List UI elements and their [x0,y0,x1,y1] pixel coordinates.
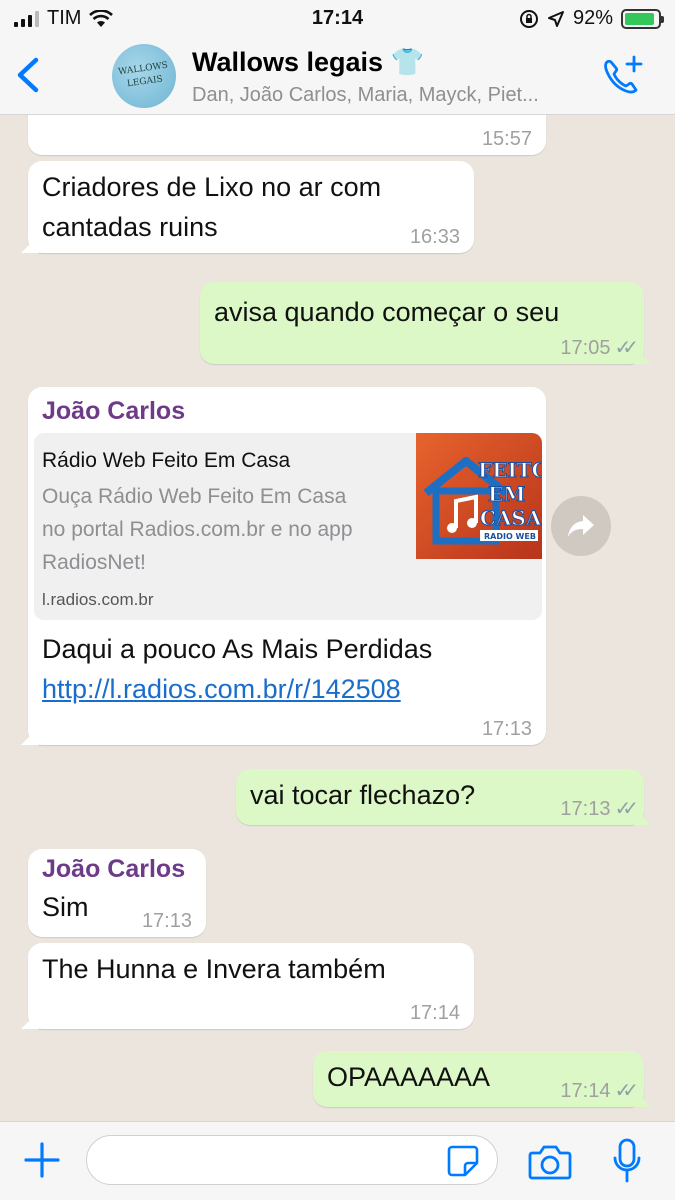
message-bubble[interactable]: The Hunna e Invera também 17:14 [28,943,474,1029]
avatar-text: WALLOWS LEGAIS [117,61,169,90]
thumb-text-4: RADIO WEB [484,532,536,541]
message-bubble[interactable]: 15:57 [28,115,546,155]
battery-icon [621,8,664,29]
thumb-text-2: EM [488,482,525,506]
location-icon [547,10,564,27]
link-preview-card[interactable]: Rádio Web Feito Em Casa Ouça Rádio Web F… [34,433,542,620]
battery-fill [625,12,655,25]
message-time: 15:57 [481,128,532,150]
message-input-bar [0,1121,675,1200]
sticker-icon[interactable] [446,1144,480,1178]
message-text: avisa quando começar o seu [214,297,560,327]
read-checkmarks-icon: ✓✓ [614,798,638,820]
back-chevron-icon[interactable] [8,52,48,98]
message-body: Daqui a pouco As Mais Perdidas http://l.… [42,629,432,709]
preview-thumbnail: FEITO EM CASA RADIO WEB [416,433,542,559]
message-time: 17:05 [560,337,611,359]
read-checkmarks-icon: ✓✓ [614,1080,638,1102]
radio-logo-icon: FEITO EM CASA RADIO WEB [423,457,542,545]
preview-desc-line: RadiosNet! [42,551,146,574]
group-avatar[interactable]: WALLOWS LEGAIS [112,44,176,108]
message-time: 17:13 [481,718,532,740]
sender-name: João Carlos [42,397,186,425]
chat-participants[interactable]: Dan, João Carlos, Maria, Mayck, Piet... [192,84,587,107]
forward-arrow-icon [568,515,594,537]
status-right: 92% [519,7,664,30]
message-time-group: 17:05 ✓✓ [560,337,638,359]
read-checkmarks-icon: ✓✓ [614,337,638,359]
preview-domain: l.radios.com.br [42,590,154,609]
forward-button[interactable] [551,496,611,556]
preview-title: Rádio Web Feito Em Casa [42,449,291,472]
battery-percent: 92% [572,7,613,29]
message-time-group: 17:14 ✓✓ [560,1080,638,1102]
thumb-text-1: FEITO [478,458,542,482]
camera-icon[interactable] [528,1144,572,1180]
preview-description: Ouça Rádio Web Feito Em Casa no portal R… [42,480,402,579]
message-time: 17:14 [560,1080,611,1102]
add-call-icon[interactable] [599,54,645,100]
thumb-text-3: CASA [480,506,542,530]
chat-title[interactable]: Wallows legais 👕 [192,46,424,78]
message-text: cantadas ruins [42,212,218,242]
message-time: 16:33 [409,226,460,248]
plus-icon[interactable] [22,1140,62,1180]
message-bubble[interactable]: João Carlos Sim 17:13 [28,849,206,937]
message-text: Criadores de Lixo no ar com [42,172,382,202]
chat-area[interactable]: 15:57 Criadores de Lixo no ar com cantad… [0,115,675,1121]
message-text: Daqui a pouco As Mais Perdidas [42,634,433,664]
status-bar: TIM 17:14 92% [0,0,675,38]
message-text: The Hunna e Invera também [42,954,386,984]
chat-header: WALLOWS LEGAIS Wallows legais 👕 Dan, Joã… [0,38,675,115]
message-time: 17:13 [141,910,192,932]
message-bubble[interactable]: João Carlos Rádio Web Feito Em Casa Ouça… [28,387,546,745]
message-time-group: 17:13 ✓✓ [560,798,638,820]
message-time: 17:13 [560,798,611,820]
message-link[interactable]: http://l.radios.com.br/r/142508 [42,669,432,709]
message-bubble[interactable]: avisa quando começar o seu 17:05 ✓✓ [200,282,644,364]
message-input[interactable] [86,1135,498,1185]
microphone-icon[interactable] [612,1138,642,1184]
preview-desc-line: no portal Radios.com.br e no app [42,518,353,541]
preview-desc-line: Ouça Rádio Web Feito Em Casa [42,485,347,508]
message-bubble[interactable]: Criadores de Lixo no ar com cantadas rui… [28,161,474,253]
message-bubble[interactable]: OPAAAAAAA 17:14 ✓✓ [313,1051,644,1107]
message-bubble[interactable]: vai tocar flechazo? 17:13 ✓✓ [236,769,644,825]
message-time: 17:14 [409,1002,460,1024]
sender-name: João Carlos [42,855,186,883]
orientation-lock-icon [519,9,538,28]
